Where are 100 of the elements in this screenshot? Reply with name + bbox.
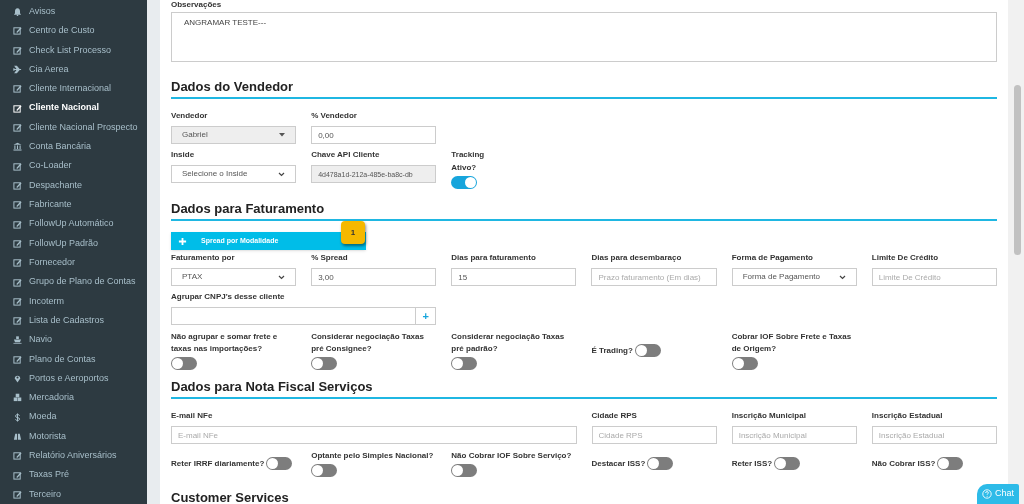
sidebar-item[interactable]: FollowUp Automático <box>0 214 147 234</box>
edit-icon <box>13 451 22 461</box>
edit-icon <box>13 277 22 287</box>
sidebar-item[interactable]: Fornecedor <box>0 253 147 273</box>
section-heading: Dados para Faturamento <box>171 201 997 221</box>
edit-icon <box>13 161 22 171</box>
input-field[interactable]: Inscrição Municipal <box>731 426 857 444</box>
toggle-switch[interactable] <box>451 357 478 370</box>
edit-icon <box>13 45 22 55</box>
toggle-label: Cobrar IOF Sobre Frete e Taxas de Origem? <box>731 331 853 355</box>
sidebar-item[interactable]: Navio <box>0 330 147 350</box>
sidebar-item[interactable]: Fabricante <box>0 195 147 215</box>
edit-icon <box>13 200 22 210</box>
help-icon <box>982 489 992 499</box>
sidebar-item[interactable]: Cliente Nacional Prospecto <box>0 117 147 138</box>
input-field[interactable]: Limite De Crédito <box>871 268 997 286</box>
sidebar-item[interactable]: Taxas Pré <box>0 465 147 485</box>
input-field[interactable]: Prazo faturamento (Em dias) <box>591 268 717 286</box>
sidebar-item[interactable]: Plano de Contas <box>0 349 147 369</box>
toggle-label: Considerar negociação Taxas pré padrão? <box>451 331 566 355</box>
sidebar-item[interactable]: Cliente Nacional <box>0 98 147 118</box>
edit-icon <box>13 219 22 229</box>
toggle-switch[interactable] <box>451 176 478 189</box>
toggle-label: Reter ISS? <box>731 458 773 469</box>
field-label: Faturamento por <box>171 253 236 263</box>
edit-icon <box>13 296 22 306</box>
field-label: Inside <box>171 150 196 160</box>
sidebar-item[interactable]: Relatório Aniversários <box>0 446 147 466</box>
sidebar-item[interactable]: Portos e Aeroportos <box>0 368 147 389</box>
edit-icon <box>13 103 22 113</box>
edit-icon <box>13 84 22 94</box>
plus-icon <box>178 236 187 246</box>
scrollbar-thumb[interactable] <box>1014 85 1021 255</box>
input-field[interactable] <box>171 307 417 325</box>
sidebar-item[interactable]: Lista de Cadastros <box>0 311 147 331</box>
field-label: Vendedor <box>171 111 209 121</box>
field-label: Dias para desembaraço <box>591 253 683 263</box>
input-field[interactable]: Cidade RPS <box>591 426 717 444</box>
sidebar-item[interactable]: Cliente Internacional <box>0 79 147 99</box>
toggle-switch[interactable] <box>451 464 478 477</box>
input-field[interactable]: 0,00 <box>311 126 437 144</box>
toggle-switch[interactable] <box>647 457 674 470</box>
toggle-label: Não Cobrar IOF Sobre Serviço? <box>451 450 573 462</box>
toggle-switch[interactable] <box>731 357 758 370</box>
field-label: Forma de Pagamento <box>731 253 814 263</box>
field-label: Agrupar CNPJ's desse cliente <box>171 292 286 302</box>
edit-icon <box>13 316 22 326</box>
edit-icon <box>13 258 22 268</box>
toggle-switch[interactable] <box>774 457 801 470</box>
sidebar-item[interactable]: FollowUp Padrão <box>0 233 147 254</box>
input-field[interactable]: 15 <box>451 268 577 286</box>
observations-field[interactable]: ANGRAMAR TESTE--- <box>171 12 997 62</box>
toggle-switch[interactable] <box>266 457 293 470</box>
chevron-down-icon <box>838 274 846 280</box>
section-heading: Dados para Nota Fiscal Serviços <box>171 379 997 399</box>
edit-icon <box>13 470 22 480</box>
input-field[interactable]: 3,00 <box>311 268 437 286</box>
toggle-switch[interactable] <box>311 357 338 370</box>
toggle-label: É Trading? <box>591 345 633 356</box>
select-field[interactable]: Selecione o Inside <box>171 165 297 183</box>
sidebar-item[interactable]: Incoterm <box>0 291 147 311</box>
chevron-down-icon <box>278 274 286 280</box>
sidebar-item[interactable]: Terceiro <box>0 484 147 504</box>
input-field[interactable]: E-mail NFe <box>171 426 577 444</box>
toggle-switch[interactable] <box>634 344 661 357</box>
edit-icon <box>13 354 22 364</box>
sidebar-item[interactable]: Co-Loader <box>0 156 147 176</box>
sidebar-item[interactable]: Centro de Custo <box>0 21 147 41</box>
edit-icon <box>13 238 22 248</box>
edit-icon <box>13 123 22 133</box>
chevron-down-icon <box>278 171 286 177</box>
sidebar-item[interactable]: Cia Aerea <box>0 59 147 80</box>
count-badge: 1 <box>341 221 365 244</box>
sidebar-item[interactable]: Moeda <box>0 407 147 427</box>
sidebar-item[interactable]: Despachante <box>0 175 147 196</box>
toggle-switch[interactable] <box>171 357 197 370</box>
field-label: Chave API Cliente <box>311 150 381 160</box>
toggle-switch[interactable] <box>937 457 964 470</box>
sidebar-item[interactable]: Grupo de Plano de Contas <box>0 272 147 292</box>
field-label: % Vendedor <box>311 111 358 121</box>
sidebar-item[interactable]: Conta Bancária <box>0 137 147 157</box>
map-pin-icon <box>13 374 22 384</box>
edit-icon <box>13 180 22 190</box>
field-label: Inscrição Municipal <box>731 411 807 421</box>
sidebar-item[interactable]: Check List Processo <box>0 40 147 60</box>
toggle-label: Reter IRRF diariamente? <box>171 458 265 469</box>
bell-icon <box>13 7 22 17</box>
section-heading: Dados do Vendedor <box>171 79 997 99</box>
select-field[interactable]: Forma de Pagamento <box>731 268 857 286</box>
sidebar-item[interactable]: Motorista <box>0 426 147 447</box>
toggle-label: Considerar negociação Taxas pré Consignee? <box>311 331 425 355</box>
dollar-icon <box>13 412 22 422</box>
input-field[interactable]: Inscrição Estadual <box>871 426 997 444</box>
field-label: Observações <box>171 0 223 10</box>
toggle-switch[interactable] <box>311 464 338 477</box>
sidebar-item[interactable]: Avisos <box>0 2 147 22</box>
select-field[interactable]: PTAX <box>171 268 297 286</box>
sidebar-item[interactable]: Mercadoria <box>0 388 147 408</box>
toggle-label: Tracking Ativo? <box>451 149 486 174</box>
edit-icon <box>13 26 22 36</box>
